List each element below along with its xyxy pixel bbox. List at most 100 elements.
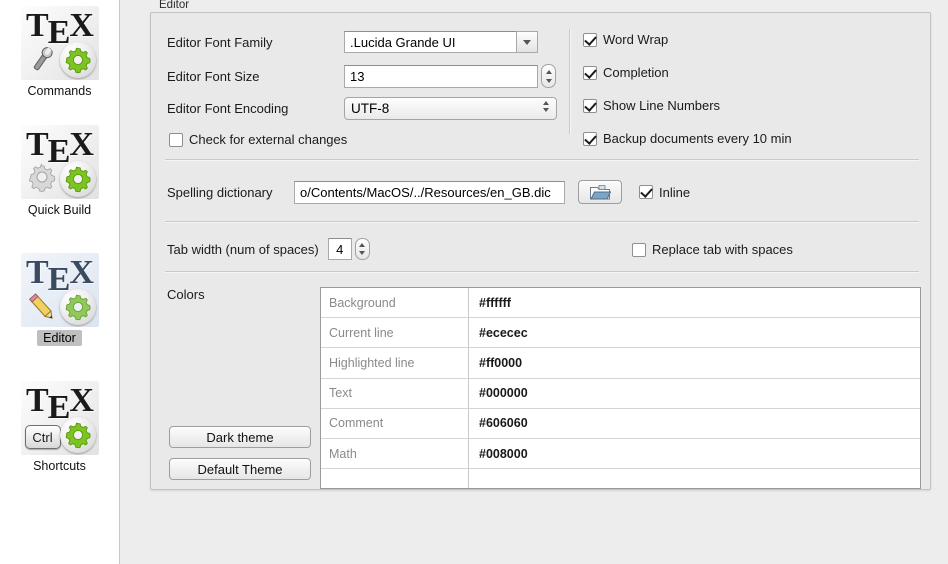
grey-gear-icon: [28, 163, 55, 192]
checkbox-box[interactable]: [583, 131, 597, 146]
color-value[interactable]: #008000: [469, 439, 920, 468]
checkbox-box[interactable]: [632, 242, 646, 257]
checkbox-box[interactable]: [583, 65, 597, 80]
font-family-value[interactable]: .Lucida Grande UI: [344, 31, 517, 53]
spelling-dictionary-row: Spelling dictionary o/Contents/MacOS/../…: [167, 180, 690, 204]
spelling-dictionary-input[interactable]: o/Contents/MacOS/../Resources/en_GB.dic: [294, 180, 565, 204]
preferences-sidebar: TEX Commands TEX Quick Build TEX Editor …: [0, 0, 120, 564]
tex-pencil-gear-icon: TEX: [20, 253, 99, 327]
section-divider-1: [165, 159, 919, 160]
table-row[interactable]: Text #000000: [321, 378, 920, 409]
color-value[interactable]: #ff0000: [469, 348, 920, 377]
chevron-down-icon[interactable]: [517, 31, 538, 53]
font-encoding-select[interactable]: UTF-8: [344, 97, 557, 120]
table-row[interactable]: Background #ffffff: [321, 288, 920, 319]
color-value[interactable]: #ffffff: [469, 288, 920, 317]
preferences-window: TEX Commands TEX Quick Build TEX Editor …: [0, 0, 948, 564]
section-divider-3: [165, 271, 919, 272]
tex-logo: TEX: [26, 254, 94, 298]
stepper-up-icon[interactable]: [545, 69, 552, 74]
sidebar-item-editor[interactable]: TEX Editor: [0, 253, 119, 346]
table-row[interactable]: Current line #ececec: [321, 318, 920, 349]
word-wrap-checkbox[interactable]: Word Wrap: [583, 32, 668, 47]
open-folder-icon: [590, 184, 611, 199]
completion-label: Completion: [603, 65, 669, 80]
column-divider: [569, 29, 570, 134]
table-row-partial[interactable]: [321, 469, 920, 488]
backup-documents-label: Backup documents every 10 min: [603, 131, 792, 146]
color-name: Math: [321, 438, 469, 469]
word-wrap-label: Word Wrap: [603, 32, 669, 47]
color-name: Background: [321, 288, 469, 318]
ctrl-key-icon: Ctrl: [24, 425, 61, 449]
pencil-icon: [28, 293, 53, 319]
stepper-up-icon[interactable]: [359, 243, 366, 247]
check-external-changes-label: Check for external changes: [189, 132, 348, 147]
tex-logo: TEX: [26, 7, 94, 51]
table-row[interactable]: Math #008000: [321, 438, 920, 470]
backup-documents-checkbox[interactable]: Backup documents every 10 min: [583, 131, 792, 146]
show-line-numbers-checkbox[interactable]: Show Line Numbers: [583, 98, 720, 113]
page-title: Editor: [159, 0, 190, 11]
replace-tab-label: Replace tab with spaces: [652, 242, 793, 257]
tex-logo: TEX: [26, 382, 94, 426]
sidebar-item-shortcuts[interactable]: TEX Ctrl Shortcuts: [0, 381, 119, 474]
default-theme-button[interactable]: Default Theme: [169, 458, 311, 480]
font-family-label: Editor Font Family: [167, 34, 273, 50]
color-name: Text: [321, 378, 469, 408]
tab-width-row: Tab width (num of spaces) 4: [167, 238, 370, 260]
check-external-changes-checkbox[interactable]: Check for external changes: [169, 132, 347, 147]
inline-label: Inline: [659, 184, 691, 200]
sidebar-item-label: Editor: [37, 330, 82, 346]
font-size-stepper[interactable]: [541, 64, 556, 88]
spelling-dictionary-label: Spelling dictionary: [167, 184, 273, 200]
checkbox-box[interactable]: [639, 185, 653, 199]
colors-label: Colors: [167, 287, 205, 302]
sidebar-item-label: Quick Build: [27, 203, 92, 217]
color-name: Current line: [321, 318, 469, 348]
color-name: [321, 469, 469, 488]
color-value[interactable]: #606060: [469, 409, 920, 438]
font-size-label: Editor Font Size: [167, 68, 260, 84]
green-gear-badge-icon: [59, 417, 96, 453]
table-row[interactable]: Comment #606060: [321, 408, 920, 439]
table-row[interactable]: Highlighted line #ff0000: [321, 348, 920, 379]
font-family-row: Editor Font Family .Lucida Grande UI: [167, 31, 538, 53]
color-value[interactable]: [469, 469, 920, 488]
show-line-numbers-label: Show Line Numbers: [603, 98, 721, 113]
inline-checkbox[interactable]: Inline: [639, 185, 690, 200]
tab-width-input[interactable]: 4: [327, 238, 352, 260]
completion-checkbox[interactable]: Completion: [583, 65, 669, 80]
tex-wrench-gear-icon: TEX: [20, 6, 99, 80]
font-size-input[interactable]: 13: [344, 64, 538, 88]
select-arrows-icon[interactable]: [543, 101, 549, 112]
checkbox-box[interactable]: [583, 98, 597, 113]
color-value[interactable]: #000000: [469, 379, 920, 408]
tex-ctrl-gear-icon: TEX Ctrl: [20, 381, 99, 455]
sidebar-item-label: Commands: [27, 84, 92, 98]
font-encoding-value: UTF-8: [351, 101, 390, 116]
color-value[interactable]: #ececec: [469, 318, 920, 347]
wrench-icon: [33, 47, 53, 71]
checkbox-box[interactable]: [583, 32, 597, 47]
dark-theme-button[interactable]: Dark theme: [169, 426, 311, 448]
tex-logo: TEX: [26, 126, 94, 170]
font-encoding-row: Editor Font Encoding UTF-8: [167, 97, 557, 120]
stepper-down-icon[interactable]: [359, 251, 366, 255]
tex-gears-icon: TEX: [20, 125, 99, 199]
color-name: Highlighted line: [321, 348, 469, 378]
editor-settings-panel: Editor Font Family .Lucida Grande UI Edi…: [150, 12, 931, 490]
font-size-row: Editor Font Size 13: [167, 64, 556, 88]
sidebar-item-commands[interactable]: TEX Commands: [0, 6, 119, 99]
font-family-combobox[interactable]: .Lucida Grande UI: [344, 31, 538, 53]
font-encoding-label: Editor Font Encoding: [167, 101, 289, 116]
tab-width-stepper[interactable]: [354, 238, 370, 260]
sidebar-item-quick-build[interactable]: TEX Quick Build: [0, 125, 119, 218]
stepper-down-icon[interactable]: [545, 78, 552, 83]
colors-table[interactable]: Background #ffffff Current line #ececec …: [320, 287, 921, 489]
green-gear-badge-icon: [59, 161, 96, 197]
checkbox-box[interactable]: [169, 132, 183, 147]
browse-dictionary-button[interactable]: [578, 180, 622, 204]
green-gear-badge-icon: [59, 289, 96, 325]
replace-tab-checkbox[interactable]: Replace tab with spaces: [632, 242, 793, 257]
